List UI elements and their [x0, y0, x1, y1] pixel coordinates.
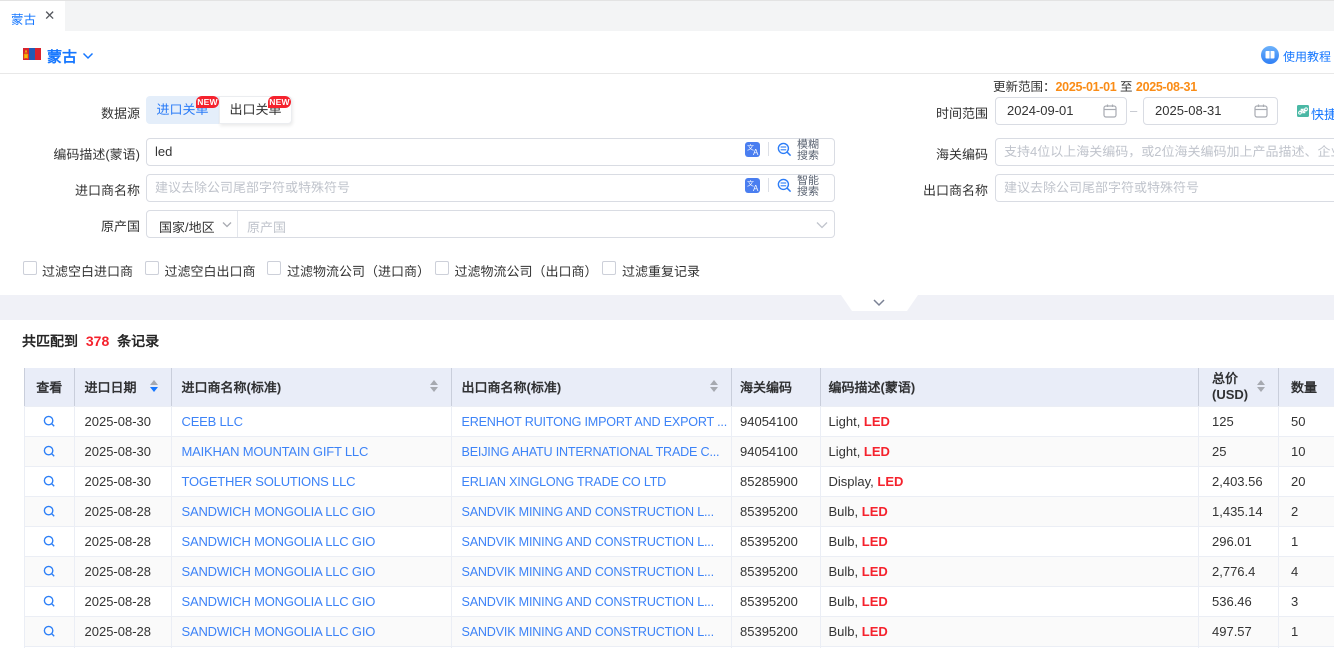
svg-text:A: A [753, 148, 759, 157]
svg-text:A: A [753, 184, 759, 193]
